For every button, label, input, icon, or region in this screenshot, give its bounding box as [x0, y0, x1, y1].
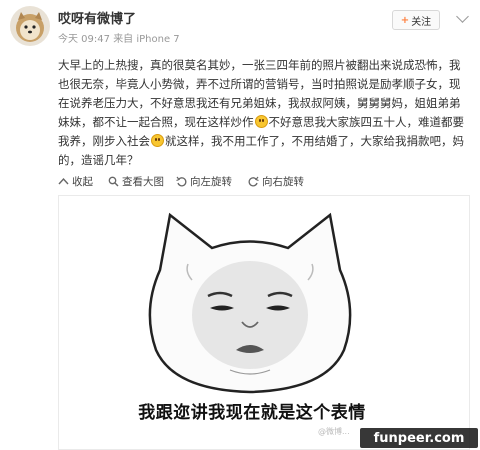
emoji-icon	[151, 134, 164, 147]
weibo-watermark: @微博...	[318, 427, 350, 436]
rotate-left-label: 向左旋转	[190, 176, 232, 188]
chevron-down-icon[interactable]	[456, 10, 469, 23]
collapse-label: 收起	[72, 176, 93, 188]
site-watermark: funpeer.com	[360, 428, 478, 448]
plus-icon: +	[400, 14, 410, 26]
source-prefix: 来自	[113, 34, 134, 45]
post-time: 今天 09:47	[58, 34, 110, 45]
follow-button[interactable]: + 关注	[392, 10, 440, 30]
view-large-label: 查看大图	[122, 176, 164, 188]
post-header: 哎呀有微博了 今天 09:47 来自 iPhone 7 + 关注	[0, 0, 480, 52]
follow-label: 关注	[411, 16, 432, 28]
rotate-left-icon	[176, 176, 187, 187]
post-source[interactable]: iPhone 7	[136, 34, 179, 45]
view-large-button[interactable]: 查看大图	[108, 174, 164, 189]
username[interactable]: 哎呀有微博了	[58, 8, 136, 27]
post-text: 大早上的上热搜，真的很莫名其妙，一张三四年前的照片被翻出来说成恐怖，我也很无奈，…	[58, 56, 470, 170]
emoji-icon	[254, 115, 268, 128]
zoom-icon	[108, 176, 119, 187]
collapse-button[interactable]: 收起	[58, 174, 93, 189]
image-toolbar: 收起 查看大图 向左旋转 向右旋转	[0, 170, 480, 194]
avatar[interactable]	[10, 6, 50, 46]
rotate-right-icon	[248, 176, 259, 187]
meme-caption: 我跟迩讲我现在就是这个表情	[138, 403, 366, 423]
rotate-right-label: 向右旋转	[262, 176, 304, 188]
collapse-icon	[58, 177, 69, 185]
post-meta: 今天 09:47 来自 iPhone 7	[58, 30, 180, 45]
rotate-right-button[interactable]: 向右旋转	[248, 174, 304, 189]
rotate-left-button[interactable]: 向左旋转	[176, 174, 232, 189]
